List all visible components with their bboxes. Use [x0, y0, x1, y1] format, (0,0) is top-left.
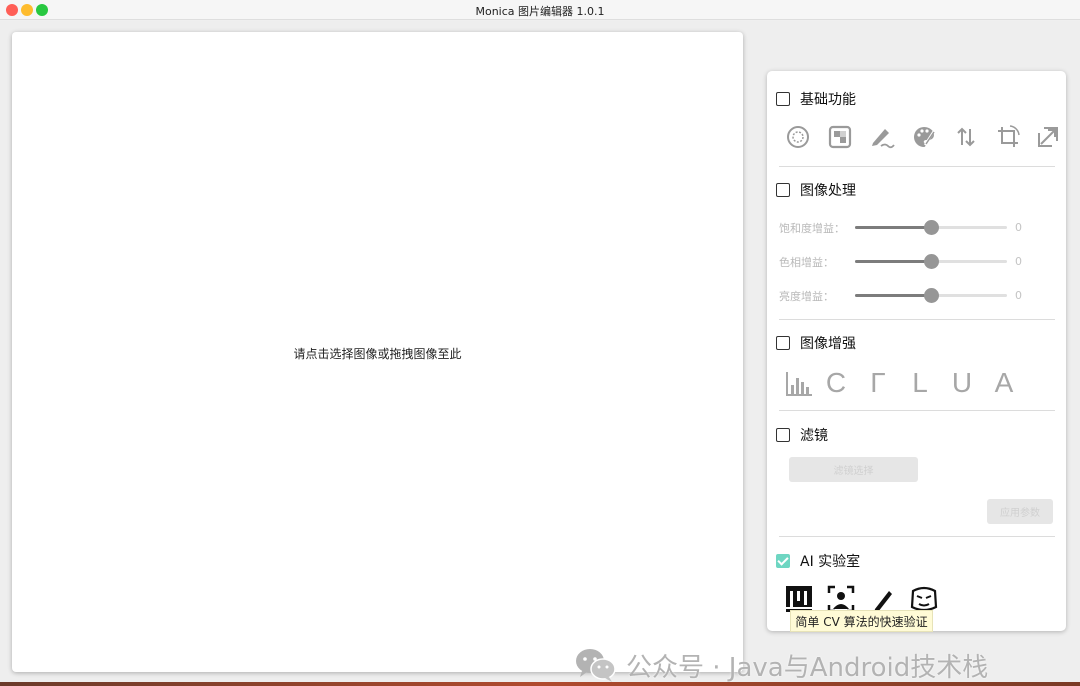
- brightness-slider-thumb[interactable]: [924, 288, 939, 303]
- title-bar: Monica 图片编辑器 1.0.1: [0, 0, 1080, 20]
- flip-icon[interactable]: [953, 124, 979, 150]
- mosaic-icon[interactable]: [827, 124, 853, 150]
- basic-functions-header[interactable]: 基础功能: [776, 89, 856, 109]
- image-enhance-checkbox[interactable]: [776, 336, 790, 350]
- doodle-pen-icon[interactable]: [869, 124, 895, 150]
- control-panel: 基础功能 图像处理 饱和度增益： 0 色相增益： 0 亮度增益： 0 图像增强 …: [767, 71, 1066, 631]
- image-processing-title: 图像处理: [800, 183, 856, 199]
- image-processing-checkbox[interactable]: [776, 183, 790, 197]
- anime-icon[interactable]: [909, 585, 939, 613]
- image-enhance-title: 图像增强: [800, 336, 856, 352]
- divider: [779, 166, 1055, 167]
- ai-lab-tooltip: 简单 CV 算法的快速验证: [790, 610, 933, 632]
- brightness-slider[interactable]: [855, 288, 1007, 303]
- filter-select-dropdown[interactable]: 滤镜选择: [789, 457, 918, 482]
- saturation-slider-thumb[interactable]: [924, 220, 939, 235]
- watermark-text: 公众号 · Java与Android技术栈: [626, 652, 989, 683]
- hue-label: 色相增益：: [779, 256, 834, 269]
- face-detect-icon[interactable]: [827, 585, 855, 613]
- ai-lab-icons: [785, 585, 939, 613]
- image-processing-header[interactable]: 图像处理: [776, 180, 856, 200]
- enhance-button-l[interactable]: L: [899, 367, 941, 399]
- divider: [779, 410, 1055, 411]
- enhance-button-u[interactable]: U: [941, 367, 983, 399]
- saturation-slider-row: 饱和度增益： 0: [779, 217, 1055, 237]
- enhance-button-a[interactable]: A: [983, 367, 1025, 399]
- saturation-value: 0: [1015, 221, 1022, 234]
- hue-slider-row: 色相增益： 0: [779, 251, 1055, 271]
- sketch-drawing-icon[interactable]: [785, 585, 813, 613]
- hue-slider[interactable]: [855, 254, 1007, 269]
- color-picker-icon[interactable]: [785, 124, 811, 150]
- window-title: Monica 图片编辑器 1.0.1: [475, 5, 605, 18]
- drop-hint-text: 请点击选择图像或拖拽图像至此: [293, 347, 462, 361]
- saturation-slider[interactable]: [855, 220, 1007, 235]
- basic-functions-title: 基础功能: [800, 92, 856, 108]
- hue-slider-thumb[interactable]: [924, 254, 939, 269]
- enhance-button-gamma[interactable]: Γ: [857, 367, 899, 399]
- divider: [779, 536, 1055, 537]
- image-enhance-header[interactable]: 图像增强: [776, 333, 856, 353]
- divider: [779, 319, 1055, 320]
- histogram-equalize-icon[interactable]: [783, 367, 815, 399]
- enhance-button-c[interactable]: C: [815, 367, 857, 399]
- filter-title: 滤镜: [800, 428, 828, 444]
- resize-icon[interactable]: [1035, 124, 1061, 150]
- ai-lab-header[interactable]: AI 实验室: [776, 551, 860, 571]
- saturation-label: 饱和度增益：: [779, 222, 845, 235]
- ai-lab-checkbox[interactable]: [776, 554, 790, 568]
- ai-lab-title: AI 实验室: [800, 554, 861, 570]
- crop-icon[interactable]: [995, 124, 1021, 150]
- image-drop-area[interactable]: 请点击选择图像或拖拽图像至此: [12, 32, 743, 672]
- desktop-edge: [0, 682, 1080, 686]
- apply-params-button[interactable]: 应用参数: [987, 499, 1053, 524]
- app-content: 请点击选择图像或拖拽图像至此 基础功能 图像处理 饱和度增益： 0 色相增益： …: [0, 21, 1080, 686]
- watermark: 公众号 · Java与Android技术栈: [574, 645, 988, 685]
- filter-checkbox[interactable]: [776, 428, 790, 442]
- basic-functions-icons: [785, 124, 1061, 150]
- wechat-logo-icon: [576, 649, 616, 682]
- basic-functions-checkbox[interactable]: [776, 92, 790, 106]
- hue-value: 0: [1015, 255, 1022, 268]
- palette-icon[interactable]: [911, 124, 937, 150]
- brightness-label: 亮度增益：: [779, 290, 834, 303]
- filter-header[interactable]: 滤镜: [776, 425, 828, 445]
- brightness-value: 0: [1015, 289, 1022, 302]
- enhance-buttons: C Γ L U A: [783, 367, 1025, 399]
- brightness-slider-row: 亮度增益： 0: [779, 285, 1055, 305]
- pencil-icon[interactable]: [869, 585, 897, 613]
